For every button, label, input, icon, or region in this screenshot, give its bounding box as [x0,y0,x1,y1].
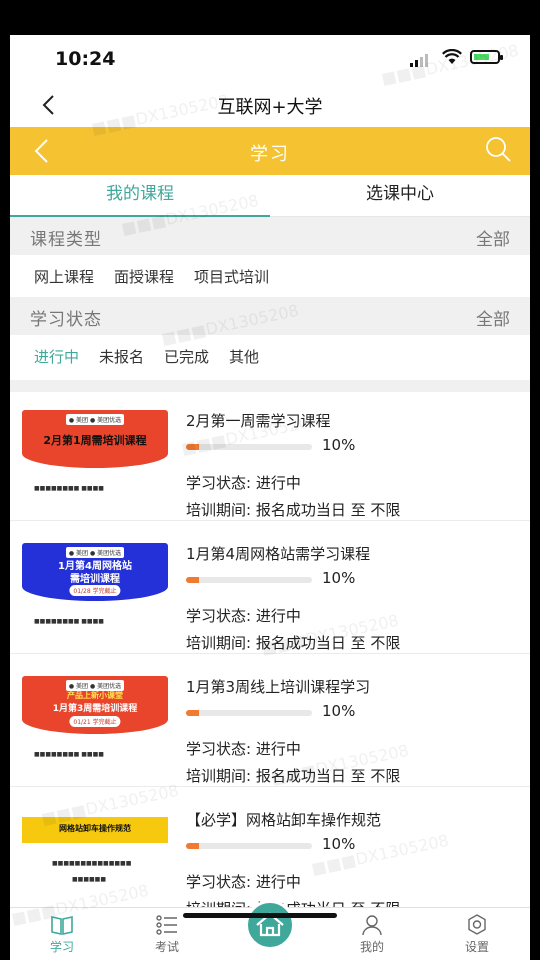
course-progress-text: 10% [322,569,356,587]
course-progress-text: 10% [322,835,356,853]
status-completed[interactable]: 已完成 [164,346,209,367]
nav-bar: 互联网+大学 [10,85,530,127]
course-progress-text: 10% [322,702,356,720]
bottom-tab-label: 学习 [49,940,74,954]
status-other[interactable]: 其他 [229,346,259,367]
course-progress-bar [186,444,312,450]
course-status: 学习状态: 进行中 [186,873,301,891]
course-thumbnail: 网格站卸车操作规范 ■■■■■■■■■■■■■■ ■■■■■■ [22,809,168,897]
thumb-deadline-chip: 01/28 学完截止 [69,585,121,596]
thumb-footer: ■■■■■■■■ ■■■■ [34,485,104,492]
course-item[interactable]: ● 美团 ● 美团优选 1月第4周网格站 需培训课程 01/28 学完截止 ■■… [10,521,530,654]
bottom-tab-label: 我的 [359,940,384,954]
thumb-deadline-chip: 01/21 学完截止 [69,716,121,727]
course-thumbnail: ● 美团 ● 美团优选 2月第1周需培训课程 ■■■■■■■■ ■■■■ [22,410,168,498]
course-tabs: 我的课程 选课中心 [10,175,530,217]
course-thumbnail: ● 美团 ● 美团优选 产品上新小课堂 1月第3周需培训课程 01/21 学完截… [22,676,168,764]
course-type-project[interactable]: 项目式培训 [194,266,269,287]
course-status: 学习状态: 进行中 [186,474,301,492]
course-status: 学习状态: 进行中 [186,607,301,625]
thumb-title: 2月第1周需培训课程 [43,434,147,447]
thumb-footer: ■■■■■■■■ ■■■■ [34,618,104,625]
thumb-footer: ■■■■■■■■■■■■■■ [52,860,132,867]
course-type-online[interactable]: 网上课程 [34,266,94,287]
course-progress-bar [186,577,312,583]
home-indicator [183,913,337,918]
course-item[interactable]: ● 美团 ● 美团优选 2月第1周需培训课程 ■■■■■■■■ ■■■■ 2月第… [10,388,530,521]
bottom-tab-label: 考试 [154,940,179,954]
thumb-title: 产品上新小课堂 [67,691,123,700]
study-status-all[interactable]: 全部 [476,305,510,330]
course-period: 培训期间: 报名成功当日 至 不限 [186,634,401,652]
thumb-footer: ■■■■■■■■ ■■■■ [34,751,104,758]
bottom-tab-exam[interactable]: 考试 [127,914,207,955]
search-icon[interactable] [484,135,512,163]
status-bar: 10:24 [10,35,530,85]
signal-icon [410,53,428,67]
bottom-tab-label: 设置 [464,940,489,954]
book-icon [51,916,73,935]
course-progress-bar [186,843,312,849]
course-type-header: 课程类型 全部 [10,217,530,255]
thumb-subtitle: 1月第3周需培训课程 [52,704,138,714]
nav-title: 互联网+大学 [217,97,323,118]
thumb-title: 网格站卸车操作规范 [59,824,131,833]
tab-course-center[interactable]: 选课中心 [270,175,530,216]
bottom-tab-mine[interactable]: 我的 [332,914,412,955]
thumb-subtitle: 需培训课程 [70,574,120,585]
status-in-progress[interactable]: 进行中 [34,346,79,367]
course-title: 1月第4周网格站需学习课程 [186,545,371,563]
status-not-enrolled[interactable]: 未报名 [99,346,144,367]
app-screen: 10:24 互联网+大学 学习 我的课程 选课中心 课程类型 全部 网上课程 面… [10,35,530,960]
course-item[interactable]: ● 美团 ● 美团优选 产品上新小课堂 1月第3周需培训课程 01/21 学完截… [10,654,530,787]
thumb-footer-2: ■■■■■■ [72,876,107,883]
thumb-logos: ● 美团 ● 美团优选 [22,414,168,425]
battery-icon [470,50,503,64]
bottom-tab-study[interactable]: 学习 [22,914,102,955]
course-type-label: 课程类型 [30,230,102,250]
study-status-label: 学习状态 [30,310,102,330]
wifi-icon [442,49,462,64]
study-status-options: 进行中 未报名 已完成 其他 [10,335,530,377]
gear-icon [468,914,486,935]
course-title: 1月第3周线上培训课程学习 [186,678,371,696]
course-status: 学习状态: 进行中 [186,740,301,758]
course-thumbnail: ● 美团 ● 美团优选 1月第4周网格站 需培训课程 01/28 学完截止 ■■… [22,543,168,631]
course-type-offline[interactable]: 面授课程 [114,266,174,287]
course-progress-text: 10% [322,436,356,454]
status-time: 10:24 [55,48,116,70]
study-status-header: 学习状态 全部 [10,297,530,335]
course-type-options: 网上课程 面授课程 项目式培训 [10,255,530,297]
course-type-all[interactable]: 全部 [476,225,510,250]
bottom-tab-home[interactable] [245,900,295,950]
page-header: 学习 [10,127,530,175]
bottom-tab-settings[interactable]: 设置 [437,914,517,955]
course-title: 【必学】网格站卸车操作规范 [186,811,382,829]
home-icon [256,912,284,937]
user-icon [362,915,382,936]
list-icon [156,915,177,935]
course-period: 培训期间: 报名成功当日 至 不限 [186,501,401,519]
course-period: 培训期间: 报名成功当日 至 不限 [186,767,401,785]
page-title: 学习 [250,144,290,165]
course-title: 2月第一周需学习课程 [186,412,331,430]
course-progress-bar [186,710,312,716]
tab-my-courses[interactable]: 我的课程 [10,175,270,217]
